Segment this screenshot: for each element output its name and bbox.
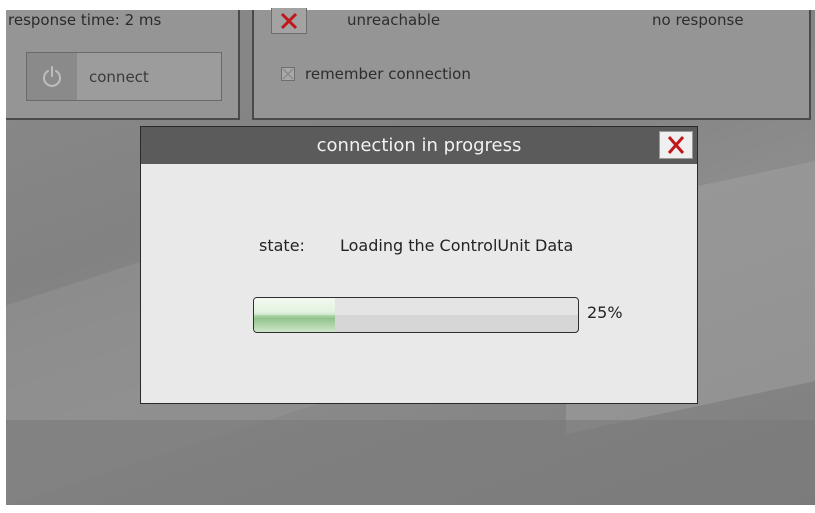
connection-panel: response time: 2 ms connect bbox=[6, 10, 240, 120]
dialog-title: connection in progress bbox=[316, 135, 522, 156]
response-status-text: no response bbox=[652, 11, 744, 29]
status-x-icon bbox=[271, 8, 307, 34]
connection-dialog: connection in progress state: Loading th… bbox=[140, 126, 698, 404]
power-icon bbox=[27, 53, 77, 100]
connect-button[interactable]: connect bbox=[26, 52, 222, 101]
status-text: unreachable bbox=[347, 11, 441, 29]
progress-fill bbox=[254, 298, 335, 332]
state-value: Loading the ControlUnit Data bbox=[340, 236, 574, 255]
remember-connection-row[interactable]: remember connection bbox=[281, 65, 471, 83]
remember-connection-label: remember connection bbox=[305, 65, 471, 83]
status-panel: unreachable no response remember connect… bbox=[252, 8, 811, 120]
progress-bar bbox=[253, 297, 579, 333]
state-label: state: bbox=[259, 236, 305, 255]
close-x-icon bbox=[667, 136, 685, 154]
dialog-titlebar[interactable]: connection in progress bbox=[141, 127, 697, 164]
close-button[interactable] bbox=[659, 131, 693, 159]
background-shape bbox=[6, 420, 815, 505]
progress-percent: 25% bbox=[587, 303, 623, 322]
screen: response time: 2 ms connect unreachable … bbox=[0, 0, 815, 513]
remember-connection-checkbox[interactable] bbox=[281, 67, 295, 81]
response-time-text: response time: 2 ms bbox=[8, 11, 162, 29]
connect-button-label: connect bbox=[89, 67, 149, 86]
